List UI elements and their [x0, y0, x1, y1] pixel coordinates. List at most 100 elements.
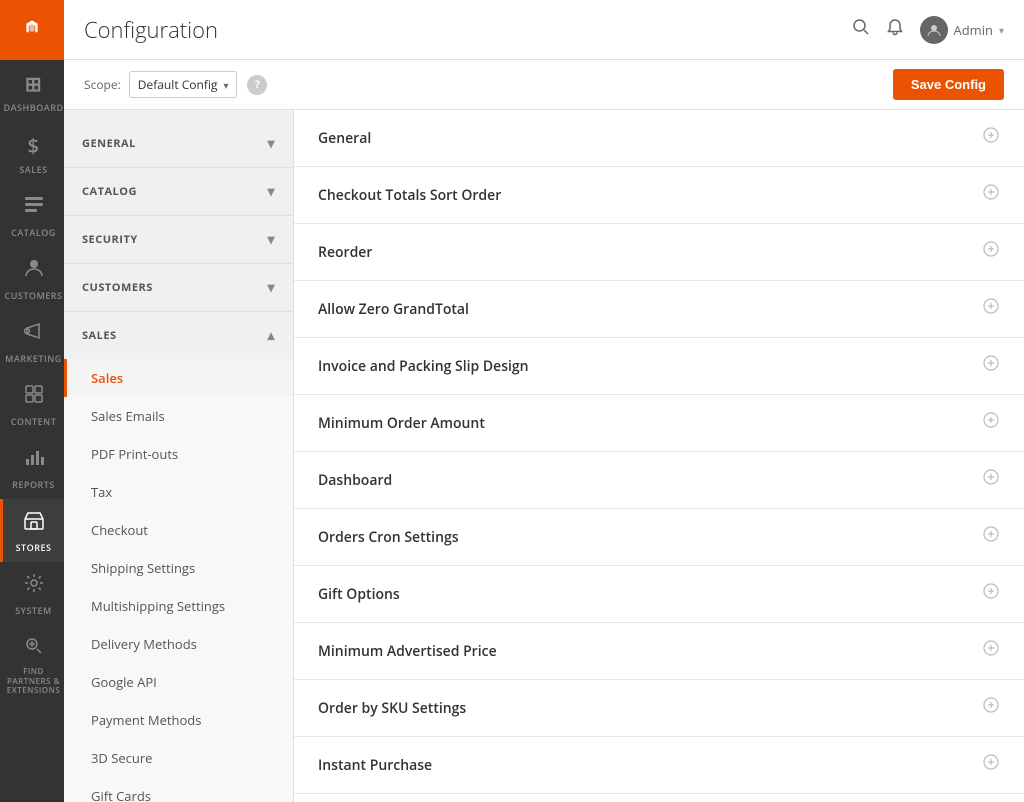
sidebar-item-google-api[interactable]: Google API [64, 663, 293, 701]
stores-icon [23, 509, 45, 537]
sidebar-section-header-sales[interactable]: Sales ▴ [64, 312, 293, 359]
sidebar-item-payment-methods[interactable]: Payment Methods [64, 701, 293, 739]
magento-logo[interactable] [0, 0, 64, 60]
config-sidebar: General ▾ Catalog ▾ Security ▾ [64, 110, 294, 802]
collapse-icon-general [982, 126, 1000, 150]
config-item-label-minimum-advertised: Minimum Advertised Price [318, 642, 497, 661]
user-avatar [920, 16, 948, 44]
top-bar: Configuration [64, 0, 1024, 60]
nav-item-marketing[interactable]: Marketing [0, 310, 64, 373]
nav-item-find[interactable]: Find Partners & Extensions [0, 625, 64, 704]
collapse-icon-instant-purchase [982, 753, 1000, 777]
config-item-archiving[interactable]: Orders, Invoices, Shipments, Credit Memo… [294, 794, 1024, 802]
config-item-label-checkout-totals: Checkout Totals Sort Order [318, 186, 501, 205]
config-item-gift-options[interactable]: Gift Options [294, 566, 1024, 623]
search-icon[interactable] [852, 18, 870, 42]
nav-label-find: Find Partners & Extensions [7, 667, 61, 696]
sidebar-section-header-customers[interactable]: Customers ▾ [64, 264, 293, 311]
config-item-label-orders-cron: Orders Cron Settings [318, 528, 459, 547]
sidebar-section-general: General ▾ [64, 120, 293, 168]
save-config-button[interactable]: Save Config [893, 69, 1004, 100]
config-item-general[interactable]: General [294, 110, 1024, 167]
collapse-icon-reorder [982, 240, 1000, 264]
find-icon [23, 635, 45, 663]
sidebar-item-tax[interactable]: Tax [64, 473, 293, 511]
sidebar-section-label-security: Security [82, 232, 138, 247]
scope-chevron-icon: ▾ [223, 78, 228, 92]
content-area: General ▾ Catalog ▾ Security ▾ [64, 110, 1024, 802]
config-item-invoice-packing[interactable]: Invoice and Packing Slip Design [294, 338, 1024, 395]
nav-item-stores[interactable]: Stores [0, 499, 64, 562]
config-item-instant-purchase[interactable]: Instant Purchase [294, 737, 1024, 794]
nav-item-catalog[interactable]: Catalog [0, 184, 64, 247]
config-item-label-reorder: Reorder [318, 243, 372, 262]
user-chevron-icon: ▾ [999, 23, 1004, 37]
nav-label-sales: Sales [19, 163, 47, 176]
page-title: Configuration [84, 15, 852, 45]
sidebar-item-pdf-printouts[interactable]: PDF Print-outs [64, 435, 293, 473]
config-item-label-allow-zero-grandtotal: Allow Zero GrandTotal [318, 300, 469, 319]
collapse-icon-invoice-packing [982, 354, 1000, 378]
config-item-label-order-by-sku: Order by SKU Settings [318, 699, 466, 718]
config-item-reorder[interactable]: Reorder [294, 224, 1024, 281]
sidebar-section-header-catalog[interactable]: Catalog ▾ [64, 168, 293, 215]
nav-label-catalog: Catalog [11, 226, 56, 239]
sidebar-section-catalog: Catalog ▾ [64, 168, 293, 216]
catalog-icon [23, 194, 45, 222]
sidebar-item-delivery-methods[interactable]: Delivery Methods [64, 625, 293, 663]
scope-select[interactable]: Default Config ▾ [129, 71, 238, 98]
config-item-minimum-advertised[interactable]: Minimum Advertised Price [294, 623, 1024, 680]
notifications-icon[interactable] [886, 18, 904, 42]
sidebar-section-label-customers: Customers [82, 280, 153, 295]
nav-label-customers: Customers [4, 289, 62, 302]
customers-icon [23, 257, 45, 285]
collapse-icon-minimum-advertised [982, 639, 1000, 663]
config-item-label-instant-purchase: Instant Purchase [318, 756, 432, 775]
nav-item-content[interactable]: Content [0, 373, 64, 436]
chevron-down-icon: ▾ [267, 278, 275, 297]
config-item-allow-zero-grandtotal[interactable]: Allow Zero GrandTotal [294, 281, 1024, 338]
sidebar-item-shipping-settings[interactable]: Shipping Settings [64, 549, 293, 587]
sidebar-item-sales[interactable]: Sales [64, 359, 293, 397]
nav-label-dashboard: Dashboard [3, 101, 63, 114]
nav-label-marketing: Marketing [5, 352, 62, 365]
main-config-content: General Checkout Totals Sort Order Reord… [294, 110, 1024, 802]
main-area: Configuration [64, 0, 1024, 802]
collapse-icon-allow-zero-grandtotal [982, 297, 1000, 321]
config-item-dashboard[interactable]: Dashboard [294, 452, 1024, 509]
sidebar-section-content-sales: Sales Sales Emails PDF Print-outs Tax Ch… [64, 359, 293, 802]
sidebar-item-sales-emails[interactable]: Sales Emails [64, 397, 293, 435]
nav-item-system[interactable]: System [0, 562, 64, 625]
collapse-icon-checkout-totals [982, 183, 1000, 207]
config-item-checkout-totals[interactable]: Checkout Totals Sort Order [294, 167, 1024, 224]
sidebar-item-multishipping-settings[interactable]: Multishipping Settings [64, 587, 293, 625]
nav-item-dashboard[interactable]: ⊞ Dashboard [0, 60, 64, 122]
config-item-label-dashboard: Dashboard [318, 471, 392, 490]
chevron-down-icon: ▾ [267, 134, 275, 153]
sidebar-item-3d-secure[interactable]: 3D Secure [64, 739, 293, 777]
sidebar-item-checkout[interactable]: Checkout [64, 511, 293, 549]
nav-item-sales[interactable]: $ Sales [0, 122, 64, 184]
collapse-icon-orders-cron [982, 525, 1000, 549]
user-menu[interactable]: Admin ▾ [920, 16, 1005, 44]
scope-bar-right: Save Config [893, 69, 1004, 100]
sidebar-item-gift-cards[interactable]: Gift Cards [64, 777, 293, 802]
help-icon[interactable]: ? [247, 75, 267, 95]
system-icon [23, 572, 45, 600]
config-item-list: General Checkout Totals Sort Order Reord… [294, 110, 1024, 802]
config-item-orders-cron[interactable]: Orders Cron Settings [294, 509, 1024, 566]
sidebar-section-header-security[interactable]: Security ▾ [64, 216, 293, 263]
nav-item-reports[interactable]: Reports [0, 436, 64, 499]
config-item-order-by-sku[interactable]: Order by SKU Settings [294, 680, 1024, 737]
collapse-icon-dashboard [982, 468, 1000, 492]
nav-label-reports: Reports [12, 478, 55, 491]
nav-item-customers[interactable]: Customers [0, 247, 64, 310]
left-navigation: ⊞ Dashboard $ Sales Catalog Customers [0, 0, 64, 802]
sidebar-section-label-sales: Sales [82, 328, 117, 343]
config-item-minimum-order[interactable]: Minimum Order Amount [294, 395, 1024, 452]
sidebar-section-sales: Sales ▴ Sales Sales Emails PDF Print-out… [64, 312, 293, 802]
chevron-down-icon: ▾ [267, 230, 275, 249]
top-bar-icons: Admin ▾ [852, 16, 1005, 44]
nav-label-system: System [15, 604, 52, 617]
sidebar-section-header-general[interactable]: General ▾ [64, 120, 293, 167]
